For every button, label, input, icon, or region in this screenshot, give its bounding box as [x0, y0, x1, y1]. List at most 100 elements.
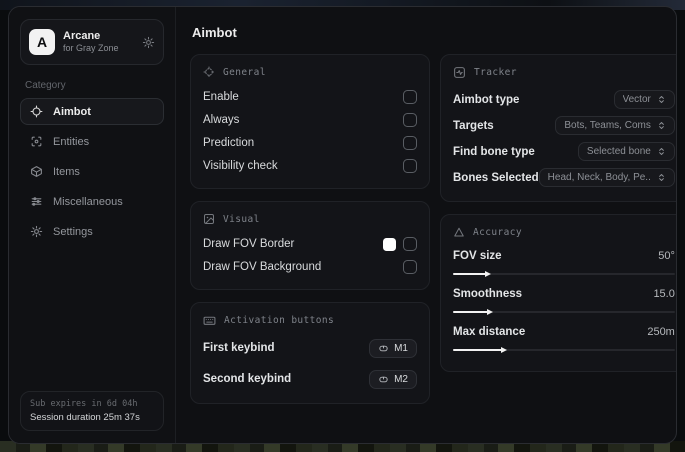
card-title: Activation buttons — [224, 315, 335, 326]
draw-fov-background-checkbox[interactable] — [403, 260, 417, 274]
crosshair-dotted-icon — [203, 66, 215, 78]
slider-fill — [453, 346, 507, 353]
chevron-up-down-icon — [657, 95, 666, 104]
second-keybind-button[interactable]: M2 — [369, 369, 417, 389]
activity-icon — [453, 66, 466, 79]
keybind-value: M1 — [394, 342, 408, 354]
visual-card-header: Visual — [203, 213, 417, 225]
chevron-up-down-icon — [657, 147, 666, 156]
first-keybind-button[interactable]: M1 — [369, 338, 417, 358]
dropdown-value: Bots, Teams, Coms — [564, 120, 651, 131]
app-title: Arcane — [63, 29, 101, 42]
chevron-up-down-icon — [657, 121, 666, 130]
row-label: Enable — [203, 91, 239, 103]
row-label: Prediction — [203, 137, 255, 149]
find-bone-type-dropdown[interactable]: Selected bone — [577, 142, 675, 161]
tracker-card-header: Tracker — [453, 66, 675, 79]
aimbot-type-dropdown[interactable]: Vector — [613, 90, 675, 109]
sidebar-item-aimbot[interactable]: Aimbot — [20, 98, 164, 125]
row-label: Visibility check — [203, 160, 278, 172]
slider-fill — [453, 270, 492, 277]
card-title: Accuracy — [473, 226, 522, 238]
fov-size-slider[interactable] — [453, 270, 675, 277]
fov-border-color-swatch[interactable] — [383, 237, 396, 251]
activation-buttons-card: Activation buttons First keybind M1 Seco… — [190, 302, 430, 404]
app-subtitle: for Gray Zone — [63, 43, 119, 54]
smoothness-slider[interactable] — [453, 308, 675, 315]
sidebar-item-label: Entities — [53, 135, 90, 148]
slider-block-smoothness: Smoothness 15.0 — [453, 284, 675, 315]
slider-value: 50° — [658, 250, 675, 262]
row-label: Draw FOV Border — [203, 238, 295, 250]
slider-value: 250m — [647, 326, 675, 338]
row-label: Find bone type — [453, 145, 535, 158]
targets-dropdown[interactable]: Bots, Teams, Coms — [555, 116, 675, 135]
dropdown-row-find-bone-type: Find bone type Selected bone — [453, 139, 675, 164]
card-title: Visual — [223, 213, 260, 225]
row-label: Second keybind — [203, 373, 292, 385]
keybind-row-second: Second keybind M2 — [203, 366, 417, 392]
sliders-icon — [30, 195, 43, 208]
app-header-card: A Arcane for Gray Zone — [20, 19, 164, 65]
general-card-header: General — [203, 66, 417, 78]
session-duration-text: Session duration 25m 37s — [30, 412, 140, 423]
dropdown-row-bones-selected: Bones Selected Head, Neck, Body, Pe.. — [453, 165, 675, 190]
accuracy-card: Accuracy FOV size 50° Smoothness 15.0 Ma… — [440, 214, 676, 372]
sidebar-item-settings[interactable]: Settings — [20, 218, 164, 245]
dropdown-value: Selected bone — [586, 146, 651, 157]
row-label: Targets — [453, 119, 494, 132]
general-card: General Enable Always Prediction Visibil… — [190, 54, 430, 189]
keybind-row-first: First keybind M1 — [203, 335, 417, 361]
app-logo: A — [29, 29, 55, 55]
dropdown-row-targets: Targets Bots, Teams, Coms — [453, 113, 675, 138]
cube-icon — [30, 165, 43, 178]
slider-label: Smoothness — [453, 288, 523, 300]
accuracy-card-header: Accuracy — [453, 226, 675, 238]
sidebar-item-label: Items — [53, 165, 80, 178]
slider-label: Max distance — [453, 326, 526, 338]
activation-card-header: Activation buttons — [203, 314, 417, 327]
enable-checkbox[interactable] — [403, 90, 417, 104]
sidebar-item-miscellaneous[interactable]: Miscellaneous — [20, 188, 164, 215]
draw-fov-border-checkbox[interactable] — [403, 237, 417, 251]
max-distance-slider[interactable] — [453, 346, 675, 353]
slider-label: FOV size — [453, 250, 502, 262]
dropdown-value: Vector — [622, 94, 651, 105]
card-title: General — [223, 66, 266, 78]
chevron-up-down-icon — [657, 173, 666, 182]
sidebar: A Arcane for Gray Zone Category Aimbot E… — [9, 7, 176, 443]
dropdown-value: Head, Neck, Body, Pe.. — [547, 172, 651, 183]
tracker-card: Tracker Aimbot type Vector Targets Bots,… — [440, 54, 676, 202]
slider-block-fov-size: FOV size 50° — [453, 246, 675, 277]
mouse-icon — [378, 374, 389, 385]
visual-card: Visual Draw FOV Border Draw FOV Backgrou… — [190, 201, 430, 290]
slider-value: 15.0 — [653, 288, 675, 300]
prediction-checkbox[interactable] — [403, 136, 417, 150]
toggle-row-draw-fov-background: Draw FOV Background — [203, 256, 417, 278]
sub-expires-text: Sub expires in 6d 04h — [30, 399, 138, 409]
subscription-info-box: Sub expires in 6d 04h Session duration 2… — [20, 391, 164, 431]
mouse-icon — [378, 343, 389, 354]
always-checkbox[interactable] — [403, 113, 417, 127]
toggle-row-visibility-check: Visibility check — [203, 155, 417, 177]
visibility-check-checkbox[interactable] — [403, 159, 417, 173]
gear-icon[interactable] — [142, 36, 155, 49]
sidebar-item-label: Settings — [53, 225, 93, 238]
bones-selected-dropdown[interactable]: Head, Neck, Body, Pe.. — [538, 168, 675, 187]
slider-fill — [453, 308, 495, 315]
app-window: A Arcane for Gray Zone Category Aimbot E… — [8, 6, 677, 444]
scan-icon — [30, 135, 43, 148]
gear-icon — [30, 225, 43, 238]
row-label: First keybind — [203, 342, 275, 354]
keybind-value: M2 — [394, 373, 408, 385]
sidebar-item-label: Aimbot — [53, 105, 91, 118]
image-icon — [203, 213, 215, 225]
main-content: Aimbot General Enable Always Prediction … — [176, 7, 676, 443]
toggle-row-always: Always — [203, 109, 417, 131]
sidebar-item-entities[interactable]: Entities — [20, 128, 164, 155]
row-label: Draw FOV Background — [203, 261, 322, 273]
toggle-row-draw-fov-border: Draw FOV Border — [203, 233, 417, 255]
app-meta: Arcane for Gray Zone — [63, 30, 134, 55]
sidebar-item-items[interactable]: Items — [20, 158, 164, 185]
toggle-row-enable: Enable — [203, 86, 417, 108]
